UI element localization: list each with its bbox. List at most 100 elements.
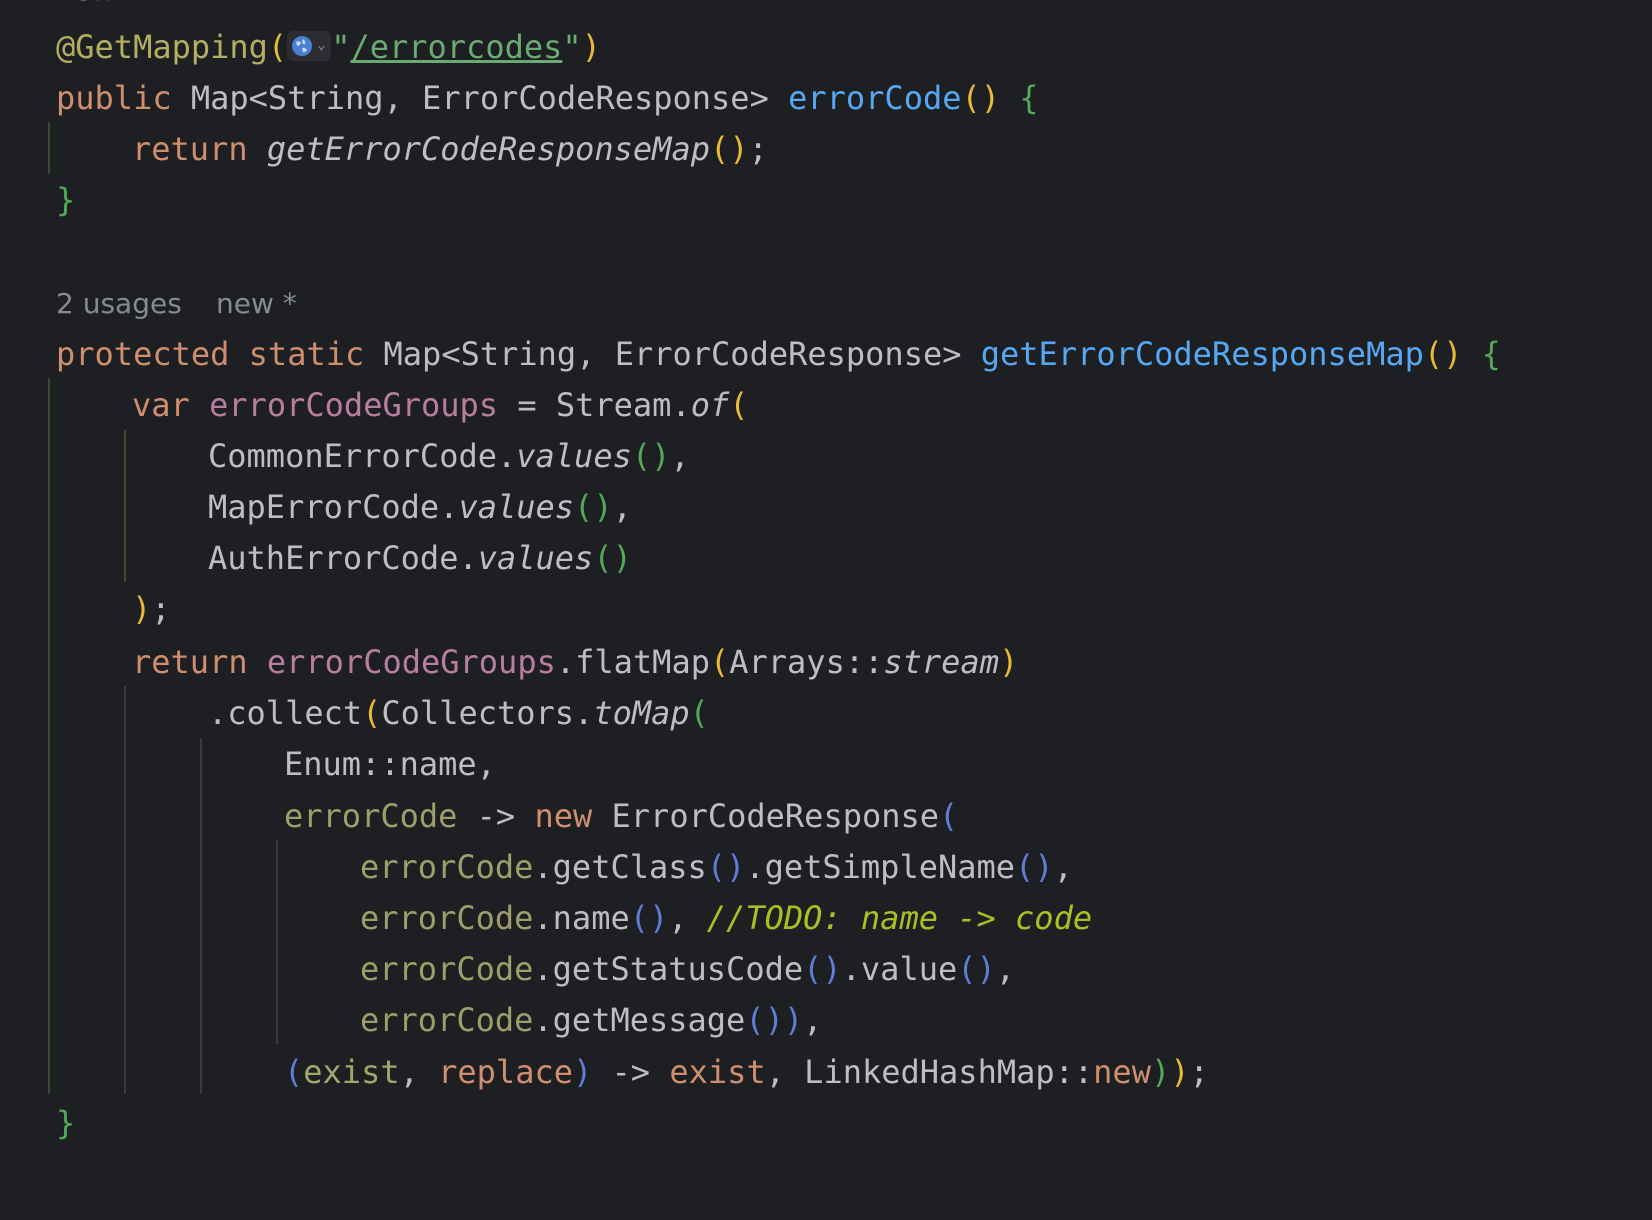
method-name[interactable]: errorCode	[788, 79, 961, 117]
code-line-item: MapErrorCode.values(),	[208, 480, 632, 534]
quote: "	[562, 28, 582, 66]
method-call[interactable]: .getStatusCode	[533, 950, 803, 988]
indent-guide	[124, 430, 126, 582]
brace: }	[56, 181, 76, 219]
paren: ()	[593, 539, 632, 577]
inlay-hint-usages[interactable]: 2 usages	[56, 277, 182, 331]
method-call[interactable]: values	[516, 437, 632, 475]
lambda-param[interactable]: exist	[303, 1053, 399, 1091]
paren: (	[362, 694, 382, 732]
method-call[interactable]: .flatMap	[556, 643, 710, 681]
paren: ()	[745, 1001, 784, 1039]
method-call[interactable]: .getSimpleName	[745, 848, 1015, 886]
code-line-brace: }	[56, 1096, 75, 1150]
paren: ()	[574, 488, 613, 526]
globe-icon[interactable]: ⌄	[287, 31, 332, 61]
paren: (	[284, 1053, 304, 1091]
brace: }	[56, 1104, 76, 1142]
type: Map<String, ErrorCodeResponse>	[383, 335, 962, 373]
keyword: new	[534, 797, 593, 835]
code-line-lambda: errorCode -> new ErrorCodeResponse(	[284, 789, 958, 843]
type: Arrays::	[729, 643, 884, 681]
code-line-arg: errorCode.name(), //TODO: name -> code	[360, 891, 1092, 945]
method-call[interactable]: values	[458, 488, 574, 526]
keyword: protected	[56, 335, 230, 373]
operator: ->	[457, 797, 535, 835]
inlay-hint-new: new	[56, 0, 114, 18]
method-call[interactable]: toMap	[593, 694, 689, 732]
variable[interactable]: errorCodeGroups	[209, 386, 498, 424]
code-line-collect: .collect(Collectors.toMap(	[208, 686, 709, 740]
type: ErrorCodeResponse	[592, 797, 940, 835]
lambda-param[interactable]: errorCode	[360, 848, 533, 886]
method-name[interactable]: getErrorCodeResponseMap	[981, 335, 1424, 373]
code-line-close: );	[132, 582, 171, 636]
method-call[interactable]: .collect	[208, 694, 362, 732]
indent-guide	[48, 378, 50, 1094]
punct: ;	[1189, 1053, 1209, 1091]
paren: (	[729, 386, 749, 424]
paren: ()	[631, 437, 671, 475]
punct: ,	[399, 1053, 439, 1091]
indent-guide	[200, 738, 202, 1094]
inlay-hint-status[interactable]: new *	[216, 277, 297, 331]
lambda-param[interactable]: errorCode	[360, 950, 533, 988]
indent-guide	[48, 122, 50, 174]
paren: )	[581, 28, 601, 66]
punct: ,	[995, 950, 1016, 988]
punct: ,	[670, 437, 690, 475]
paren: )	[1150, 1053, 1171, 1091]
operator: ->	[592, 1053, 670, 1091]
paren: (	[267, 28, 288, 66]
lambda-param[interactable]: errorCode	[284, 797, 457, 835]
method-call[interactable]: values	[478, 539, 594, 577]
paren: ()	[957, 950, 996, 988]
code-line-merge: (exist, replace) -> exist, LinkedHashMap…	[284, 1045, 1209, 1099]
lambda-param[interactable]: errorCode	[360, 1001, 533, 1039]
paren: ()	[803, 950, 842, 988]
method-call[interactable]: .name	[533, 899, 629, 937]
indent-guide	[124, 686, 126, 1094]
variable[interactable]: errorCodeGroups	[267, 643, 556, 681]
type: Collectors.	[381, 694, 594, 732]
operator: =	[498, 386, 556, 424]
method-ref[interactable]: stream	[883, 643, 999, 681]
method-call[interactable]: of	[691, 386, 730, 424]
brace: {	[1019, 79, 1039, 117]
punct: ,	[612, 488, 632, 526]
punct: ;	[151, 590, 171, 628]
code-editor[interactable]: new @GetMapping(⌄"/errorcodes") public M…	[0, 0, 1652, 1220]
paren: ()	[1423, 335, 1463, 373]
punct: ,	[668, 899, 707, 937]
keyword: static	[248, 335, 365, 373]
code-line-var: var errorCodeGroups = Stream.of(	[132, 378, 749, 432]
punct: ,	[803, 1001, 823, 1039]
code-line-annotation: @GetMapping(⌄ "/errorcodes")	[56, 20, 601, 74]
type: CommonErrorCode.	[208, 437, 517, 475]
keyword: return	[132, 130, 248, 168]
paren: ()	[961, 79, 1001, 117]
type: MapErrorCode.	[208, 488, 459, 526]
keyword: return	[132, 643, 248, 681]
code-line-brace: }	[56, 173, 75, 227]
method-call[interactable]: getErrorCodeResponseMap	[267, 130, 710, 168]
type: Stream.	[555, 386, 691, 424]
type: LinkedHashMap::	[804, 1053, 1094, 1091]
lambda-param[interactable]: replace	[438, 1053, 573, 1091]
punct: ,	[1053, 848, 1073, 886]
code-line-item: AuthErrorCode.values()	[208, 531, 632, 585]
method-ref[interactable]: new	[1093, 1053, 1151, 1091]
method-call[interactable]: .getMessage	[533, 1001, 745, 1039]
url-link[interactable]: /errorcodes	[350, 28, 562, 66]
method-call[interactable]: .getClass	[533, 848, 706, 886]
method-call[interactable]: .value	[842, 950, 958, 988]
lambda-param[interactable]: errorCode	[360, 899, 533, 937]
chevron-down-icon[interactable]: ⌄	[317, 35, 325, 55]
type: Map<String, ErrorCodeResponse>	[190, 79, 769, 117]
quote: "	[331, 28, 351, 66]
method-ref: Enum::name,	[284, 745, 496, 783]
code-line-arg: errorCode.getMessage()),	[360, 993, 822, 1047]
indent-guide	[276, 840, 278, 1044]
lambda-result: exist	[669, 1053, 766, 1091]
code-line-arg: errorCode.getStatusCode().value(),	[360, 942, 1015, 996]
